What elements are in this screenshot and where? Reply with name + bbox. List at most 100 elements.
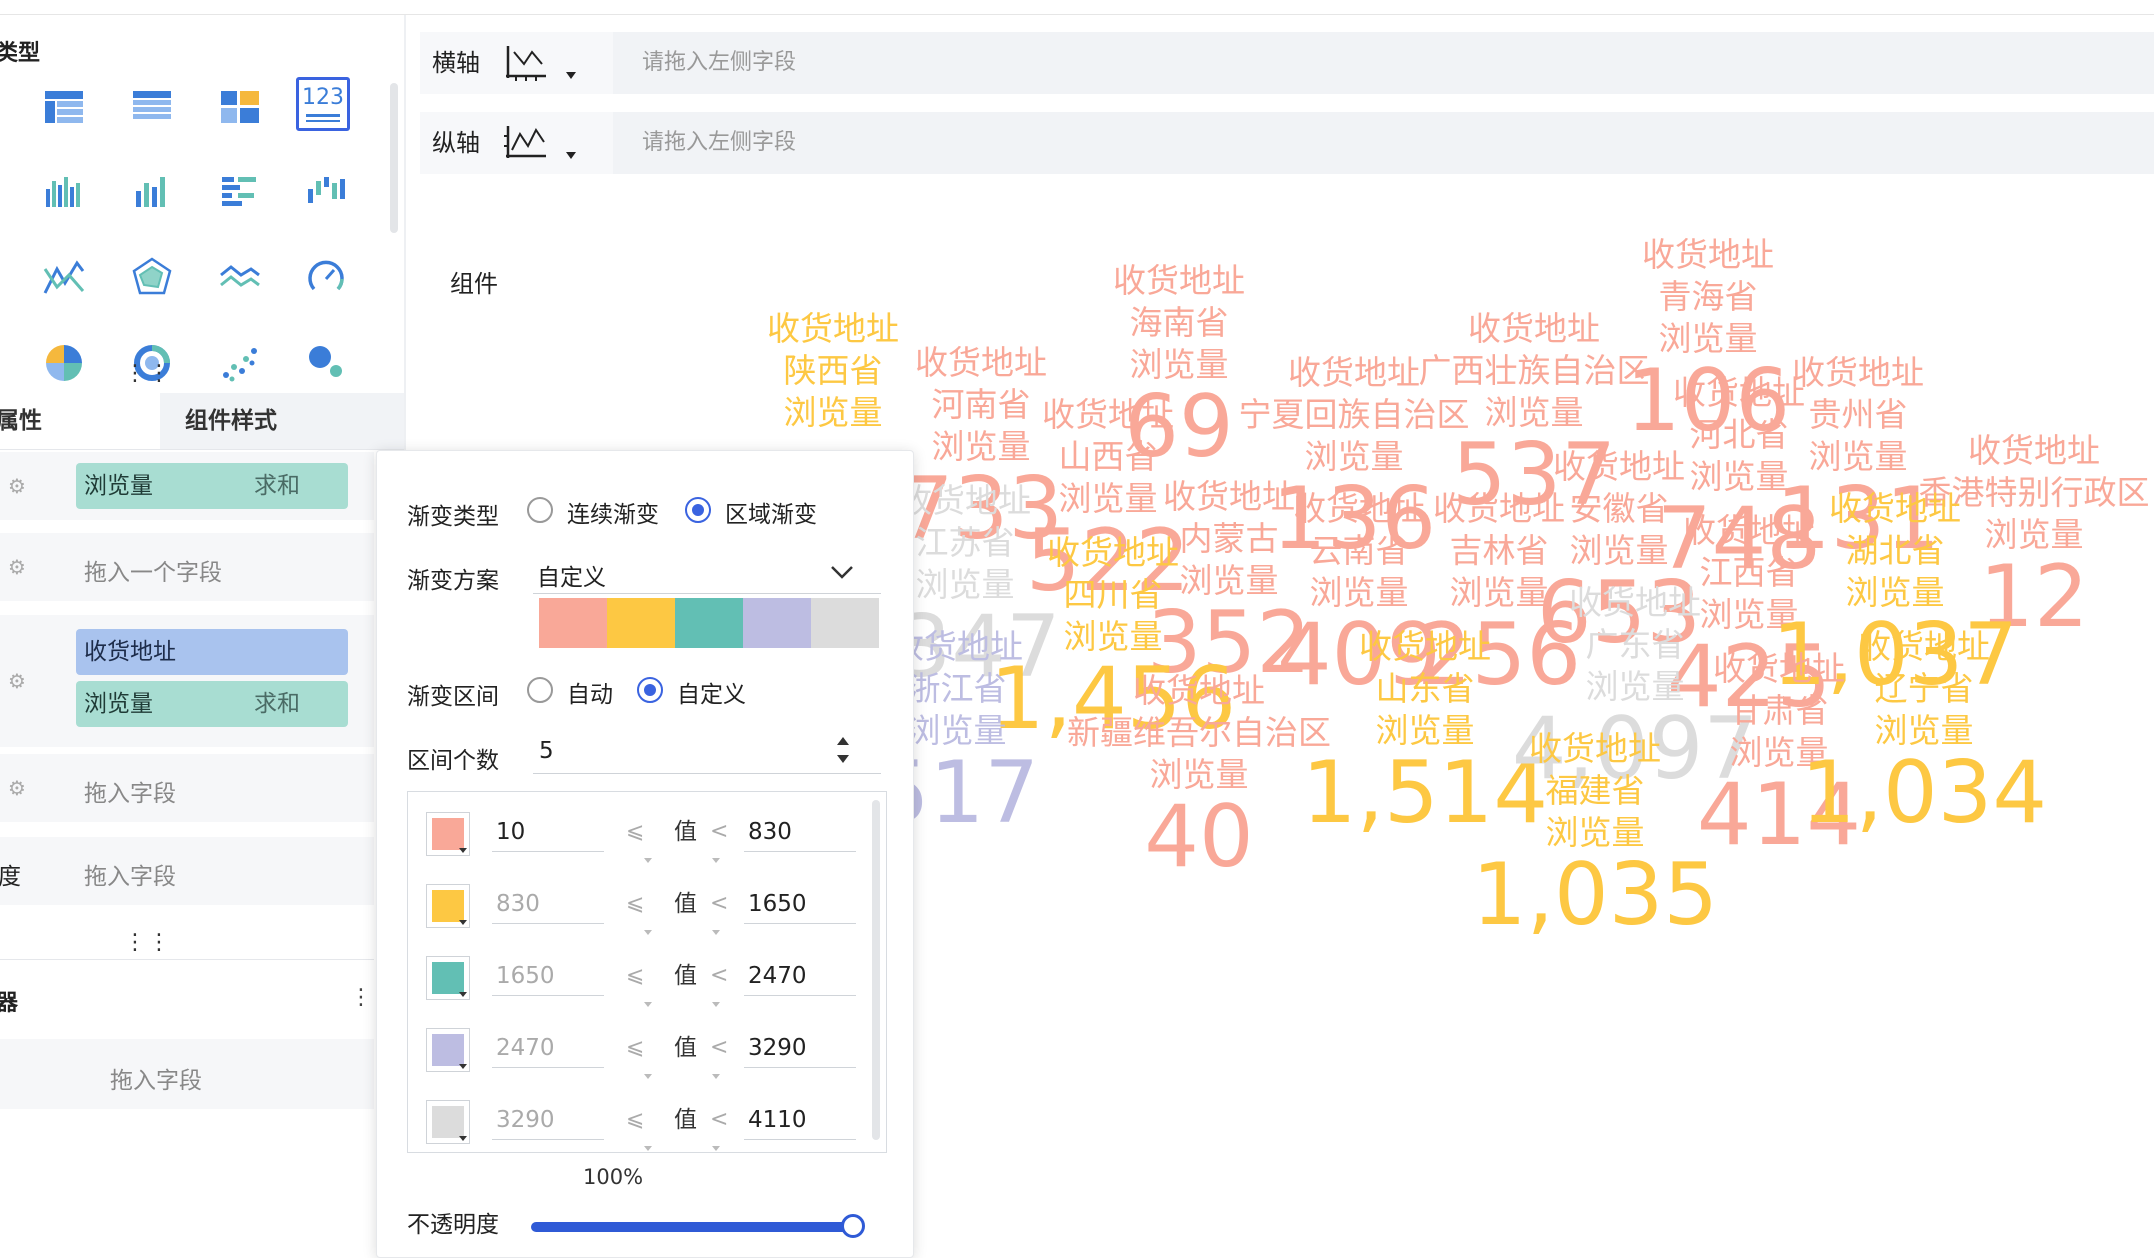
kpi-number-label: 123 [302, 85, 344, 110]
radio-continuous-label[interactable]: 连续渐变 [567, 495, 659, 529]
interval-count-input[interactable]: 5 [539, 738, 554, 764]
tab-component-style[interactable]: 组件样式 [160, 393, 404, 449]
text-field-pill-2[interactable]: 浏览量 求和 [76, 681, 348, 727]
type-scrollbar[interactable] [390, 83, 398, 233]
field-label: 收货地址 [1569, 583, 1701, 622]
scatter-chart-icon[interactable] [214, 337, 266, 389]
range-from-input: 830 [492, 884, 604, 924]
stepper-icon[interactable] [837, 733, 851, 773]
waterfall-chart-icon[interactable] [300, 165, 352, 217]
chevron-down-icon[interactable] [712, 930, 720, 935]
tooltip-drop-zone[interactable]: 拖入字段 [84, 774, 176, 808]
radar-chart-icon[interactable] [126, 251, 178, 303]
size-field-row: ⚙ 拖入一个字段 [0, 533, 374, 601]
y-axis-icon[interactable] [504, 124, 548, 162]
color-picker-button[interactable] [426, 884, 470, 928]
radio-region-label[interactable]: 区域渐变 [725, 495, 817, 529]
y-axis-placeholder: 请拖入左侧字段 [642, 130, 797, 155]
chevron-down-icon[interactable] [644, 1146, 652, 1151]
tab-properties[interactable]: 属性 [0, 393, 156, 449]
chevron-down-icon[interactable] [644, 1074, 652, 1079]
le-operator[interactable]: ⩽ [626, 956, 644, 996]
lt-operator[interactable]: < [710, 1100, 728, 1140]
x-axis-drop-zone[interactable] [613, 32, 2154, 94]
y-axis-drop-zone[interactable] [613, 112, 2154, 174]
pie-chart-icon[interactable] [38, 337, 90, 389]
bubble-chart-icon[interactable] [300, 337, 352, 389]
chevron-down-icon[interactable] [712, 1002, 720, 1007]
granularity-drop-zone[interactable]: 拖入字段 [84, 857, 176, 891]
range-scrollbar[interactable] [872, 800, 880, 1140]
line-chart-icon[interactable] [38, 251, 90, 303]
granularity-row: 度 拖入字段 [0, 837, 374, 905]
color-picker-button[interactable] [426, 956, 470, 1000]
radio-custom-label[interactable]: 自定义 [677, 675, 746, 709]
divider [0, 959, 374, 960]
range-to-input[interactable]: 4110 [744, 1100, 856, 1140]
chevron-down-icon[interactable] [644, 858, 652, 863]
chevron-down-icon[interactable] [712, 858, 720, 863]
color-picker-button[interactable] [426, 812, 470, 856]
gear-icon[interactable]: ⚙ [8, 670, 30, 692]
text-field-pill-1[interactable]: 收货地址 [76, 629, 348, 675]
lt-operator[interactable]: < [710, 1028, 728, 1068]
le-operator[interactable]: ⩽ [626, 884, 644, 924]
opacity-slider-handle[interactable] [841, 1214, 865, 1238]
kpi-number-icon[interactable]: 123 [296, 77, 350, 131]
field-label: 收货地址 [1968, 431, 2100, 470]
filter-drop-zone[interactable]: 拖入字段 [110, 1061, 202, 1095]
text-field-agg[interactable]: 求和 [254, 681, 300, 727]
chevron-down-icon[interactable] [712, 1146, 720, 1151]
color-field-agg[interactable]: 求和 [254, 463, 300, 509]
chevron-down-icon[interactable] [566, 152, 576, 159]
lt-operator[interactable]: < [710, 956, 728, 996]
color-picker-button[interactable] [426, 1100, 470, 1144]
lt-operator[interactable]: < [710, 812, 728, 852]
gradient-scheme-select[interactable]: 自定义 [537, 558, 606, 592]
bar-chart-icon[interactable] [126, 165, 178, 217]
range-from-input[interactable]: 10 [492, 812, 604, 852]
drag-handle-icon[interactable]: ⋮⋮ [124, 361, 172, 386]
cross-table-icon[interactable] [214, 81, 266, 133]
interval-label: 渐变区间 [407, 684, 499, 710]
more-icon[interactable]: ⋮ [350, 985, 372, 1010]
scheme-swatch [539, 598, 607, 648]
chevron-down-icon[interactable] [566, 72, 576, 79]
opacity-slider-track[interactable] [531, 1222, 855, 1232]
chevron-down-icon[interactable] [644, 1002, 652, 1007]
radio-region[interactable] [685, 497, 711, 523]
radio-auto-label[interactable]: 自动 [567, 675, 613, 709]
radio-auto[interactable] [527, 677, 553, 703]
range-to-input[interactable]: 2470 [744, 956, 856, 996]
le-operator[interactable]: ⩽ [626, 812, 644, 852]
drag-handle-icon[interactable]: ⋮⋮ [124, 930, 172, 955]
radio-custom[interactable] [637, 677, 663, 703]
range-to-input[interactable]: 830 [744, 812, 856, 852]
gear-icon[interactable]: ⚙ [8, 475, 30, 497]
detail-table-icon[interactable] [126, 81, 178, 133]
scheme-swatch [675, 598, 743, 648]
lt-operator[interactable]: < [710, 884, 728, 924]
column-chart-icon[interactable] [38, 165, 90, 217]
gear-icon[interactable]: ⚙ [8, 777, 30, 799]
horizontal-bar-icon[interactable] [214, 165, 266, 217]
radio-continuous[interactable] [527, 497, 553, 523]
size-drop-zone[interactable]: 拖入一个字段 [84, 553, 222, 587]
chevron-down-icon[interactable] [829, 563, 855, 581]
x-axis-icon[interactable] [504, 44, 548, 82]
color-picker-button[interactable] [426, 1028, 470, 1072]
chevron-down-icon[interactable] [644, 930, 652, 935]
gradient-settings-popup: 渐变类型 连续渐变 区域渐变 渐变方案 自定义 渐变区间 自动 自定义 区间个数… [376, 450, 914, 1258]
le-operator[interactable]: ⩽ [626, 1100, 644, 1140]
range-to-input[interactable]: 3290 [744, 1028, 856, 1068]
x-axis-row: 横轴 请拖入左侧字段 [420, 32, 2154, 94]
gear-icon[interactable]: ⚙ [8, 556, 30, 578]
le-operator[interactable]: ⩽ [626, 1028, 644, 1068]
gauge-chart-icon[interactable] [300, 251, 352, 303]
range-to-input[interactable]: 1650 [744, 884, 856, 924]
chevron-down-icon[interactable] [712, 1074, 720, 1079]
color-field-pill[interactable]: 浏览量 求和 [76, 463, 348, 509]
grouped-table-icon[interactable] [38, 81, 90, 133]
field-label: 收货地址 [1288, 353, 1420, 392]
area-chart-icon[interactable] [214, 251, 266, 303]
